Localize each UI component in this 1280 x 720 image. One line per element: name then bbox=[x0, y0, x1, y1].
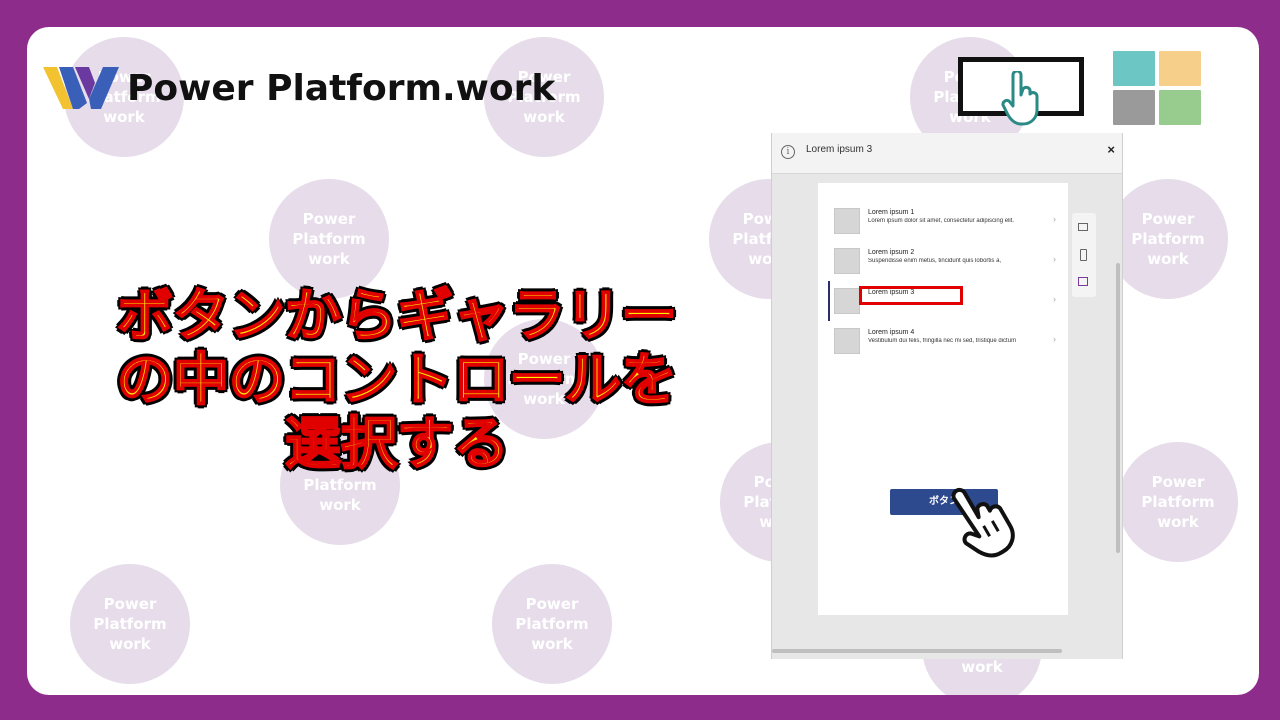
app-preview-panel: i Lorem ipsum 3 × Lorem ipsum 1 Lorem ip… bbox=[771, 133, 1123, 659]
gallery-item-title: Lorem ipsum 2 bbox=[868, 249, 915, 256]
tablet-icon[interactable] bbox=[1078, 223, 1088, 231]
headline-line-1: ボタンからギャラリー bbox=[116, 284, 678, 350]
phone-icon[interactable] bbox=[1080, 249, 1087, 261]
content-card: Power Platform work Power Platform work … bbox=[27, 27, 1259, 695]
watermark-circle: Power Platform work bbox=[1108, 179, 1228, 299]
close-icon[interactable]: × bbox=[1107, 142, 1115, 157]
web-icon[interactable] bbox=[1078, 277, 1088, 286]
watermark-circle: Power Platform work bbox=[269, 179, 389, 299]
image-placeholder-icon bbox=[834, 288, 860, 314]
image-placeholder-icon bbox=[834, 208, 860, 234]
chevron-right-icon[interactable]: › bbox=[1053, 214, 1056, 224]
chevron-right-icon[interactable]: › bbox=[1053, 334, 1056, 344]
image-placeholder-icon bbox=[834, 328, 860, 354]
gallery-item-title: Lorem ipsum 1 bbox=[868, 209, 915, 216]
tile-gray bbox=[1113, 90, 1155, 125]
vertical-scrollbar[interactable] bbox=[1116, 263, 1120, 553]
info-icon[interactable]: i bbox=[781, 145, 795, 159]
gallery-item-title: Lorem ipsum 4 bbox=[868, 329, 915, 336]
headline: ボタンからギャラリー の中のコントロールを 選択する bbox=[57, 284, 737, 478]
chevron-right-icon[interactable]: › bbox=[1053, 254, 1056, 264]
power-platform-logo-icon bbox=[43, 67, 119, 109]
image-placeholder-icon bbox=[834, 248, 860, 274]
watermark-circle: Power Platform work bbox=[1118, 442, 1238, 562]
gallery-item-subtitle: Vestibulum dui felis, fringilla nec mi s… bbox=[868, 338, 1017, 344]
selected-control-highlight bbox=[859, 286, 963, 305]
selected-item-indicator bbox=[828, 281, 830, 321]
hand-pointer-icon bbox=[1001, 71, 1039, 126]
gallery-item-subtitle: Lorem ipsum dolor sit amet, consectetur … bbox=[868, 218, 1015, 224]
device-toolbar bbox=[1072, 213, 1096, 297]
brand-logo: Power Platform.work bbox=[43, 63, 555, 113]
tile-teal bbox=[1113, 51, 1155, 86]
panel-header: i Lorem ipsum 3 × bbox=[772, 133, 1122, 174]
headline-line-2: の中のコントロールを bbox=[116, 348, 678, 414]
gallery-item[interactable]: Lorem ipsum 1 Lorem ipsum dolor sit amet… bbox=[834, 208, 1056, 242]
headline-line-3: 選択する bbox=[284, 412, 510, 478]
horizontal-scrollbar[interactable] bbox=[772, 649, 1062, 653]
gallery-item-subtitle: Suspendisse enim metus, tincidunt quis l… bbox=[868, 258, 1002, 264]
watermark-circle: Power Platform work bbox=[492, 564, 612, 684]
watermark-circle: Power Platform work bbox=[70, 564, 190, 684]
panel-title: Lorem ipsum 3 bbox=[806, 144, 873, 155]
gallery-item[interactable]: Lorem ipsum 4 Vestibulum dui felis, frin… bbox=[834, 328, 1056, 362]
gallery-tiles-icon bbox=[1113, 51, 1201, 125]
hand-pointer-icon bbox=[951, 487, 1015, 558]
tile-green bbox=[1159, 90, 1201, 125]
chevron-right-icon[interactable]: › bbox=[1053, 294, 1056, 304]
gallery-item[interactable]: Lorem ipsum 2 Suspendisse enim metus, ti… bbox=[834, 248, 1056, 282]
tile-yellow bbox=[1159, 51, 1201, 86]
brand-name: Power Platform.work bbox=[127, 67, 556, 109]
app-screen: Lorem ipsum 1 Lorem ipsum dolor sit amet… bbox=[818, 183, 1068, 615]
